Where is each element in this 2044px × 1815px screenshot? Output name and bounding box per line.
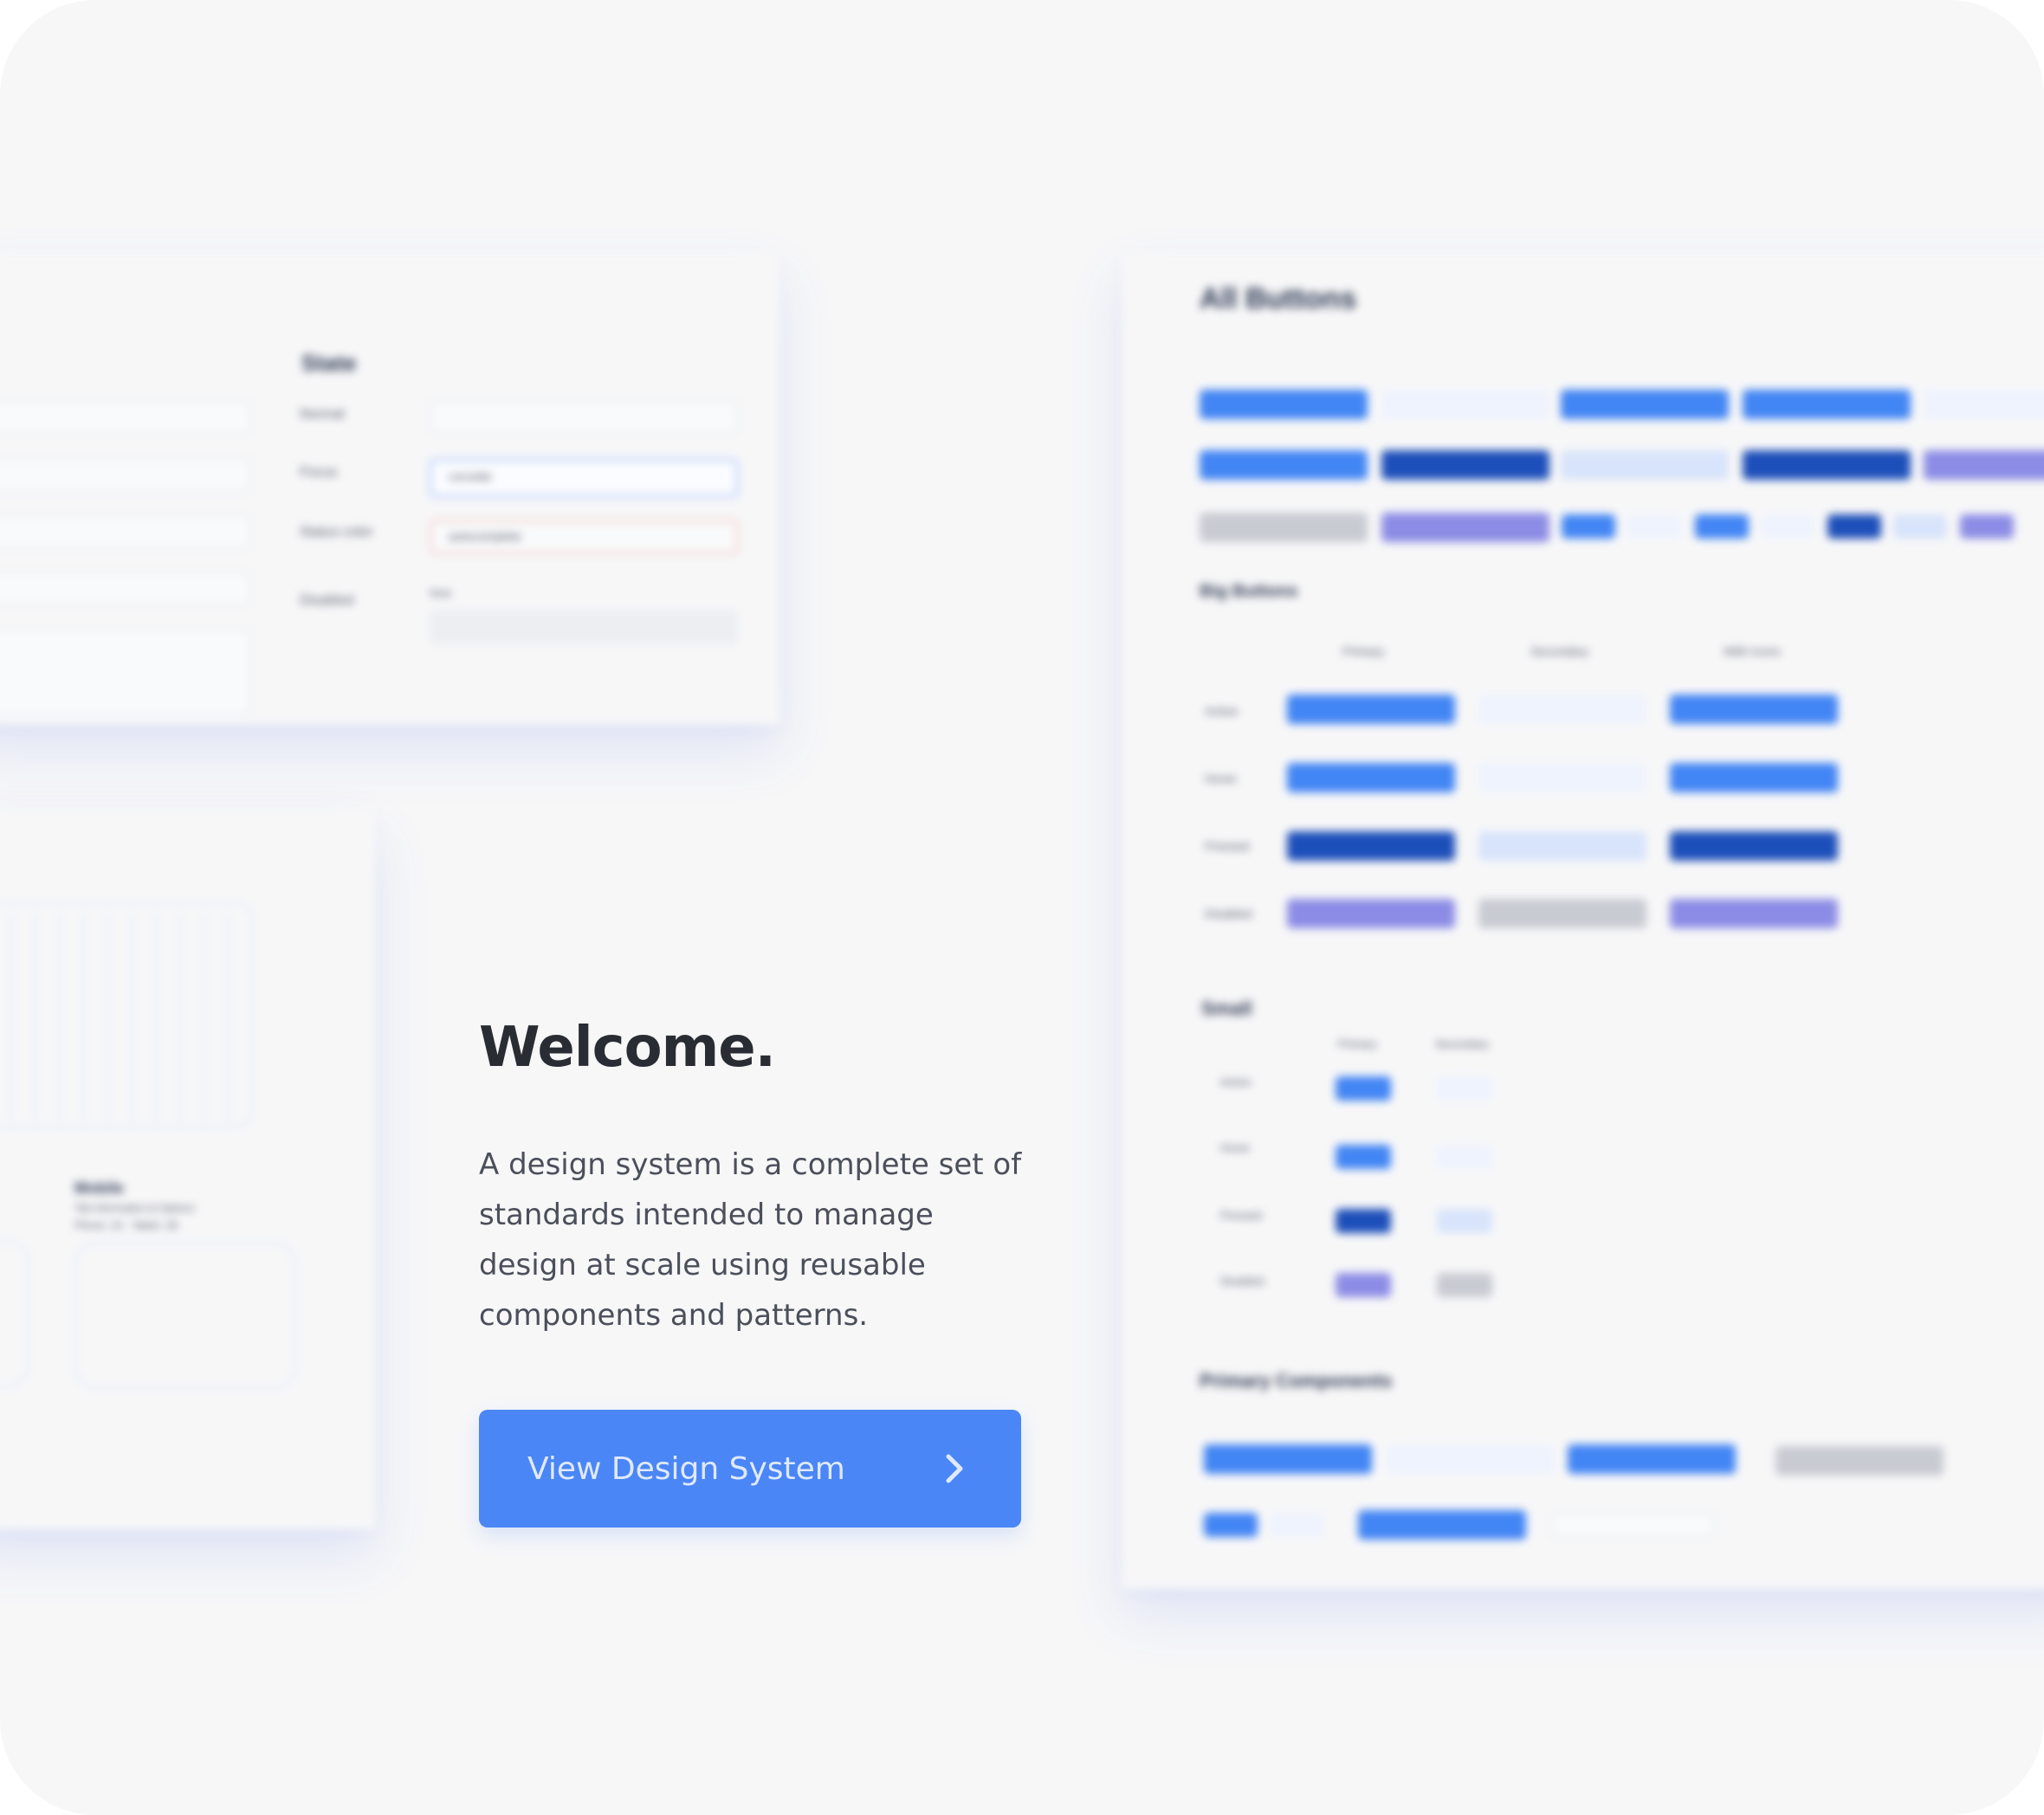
- big-btn: [1670, 899, 1838, 928]
- left-select-1[interactable]: [0, 457, 251, 492]
- mobile-meta: Phone: 1A · Tablet: 1B: [74, 1219, 178, 1231]
- normal-input[interactable]: [430, 400, 738, 435]
- small-btn: [1437, 1273, 1492, 1297]
- big-col-primary: Primary: [1342, 644, 1385, 658]
- big-btn[interactable]: [1287, 831, 1455, 861]
- component-btn[interactable]: [1204, 1513, 1258, 1537]
- state-label-focus: Focus: [300, 465, 338, 480]
- left-select-2[interactable]: [0, 514, 251, 549]
- small-title: Small: [1201, 998, 1252, 1019]
- phone-outline-right: [74, 1242, 296, 1389]
- all-buttons-panel: All Buttons Big Buttons Primary Secondar…: [1122, 253, 2044, 1589]
- btn-sample[interactable]: [1743, 390, 1911, 419]
- screen: State Normal Focus Status color Disabled…: [0, 0, 2044, 1815]
- small-row-hover: Hover: [1220, 1141, 1251, 1154]
- component-btn[interactable]: [1271, 1513, 1324, 1537]
- cta-label: View Design System: [527, 1450, 845, 1487]
- big-col-secondary: Secondary: [1530, 644, 1588, 658]
- big-btn: [1478, 899, 1646, 928]
- btn-sample[interactable]: [1200, 390, 1368, 419]
- big-row-pressed: Pressed: [1205, 839, 1250, 853]
- mobile-title: Mobile: [74, 1179, 124, 1197]
- big-btn[interactable]: [1478, 763, 1646, 792]
- btn-sample[interactable]: [1381, 390, 1549, 419]
- component-btn[interactable]: [1204, 1444, 1372, 1474]
- component-btn[interactable]: [1387, 1444, 1555, 1474]
- btn-sample: [1381, 513, 1549, 542]
- component-btn: [1776, 1446, 1944, 1476]
- small-row-disabled: Disabled: [1220, 1275, 1265, 1288]
- big-btn[interactable]: [1287, 763, 1455, 792]
- btn-sample[interactable]: [1561, 390, 1729, 419]
- btn-sample[interactable]: [1924, 390, 2044, 419]
- component-select[interactable]: [1550, 1512, 1715, 1538]
- small-btn[interactable]: [1336, 1076, 1391, 1101]
- hero-title: Welcome.: [479, 1016, 776, 1080]
- btn-sample[interactable]: [1761, 514, 1814, 539]
- mobile-panel: Mobile Tab Information & Options Phone: …: [0, 811, 375, 1529]
- small-btn[interactable]: [1336, 1209, 1391, 1233]
- disabled-input: [430, 610, 738, 644]
- big-btn[interactable]: [1287, 694, 1455, 724]
- big-btn: [1287, 899, 1455, 928]
- phone-grid-preview: [0, 902, 253, 1127]
- small-btn[interactable]: [1437, 1076, 1492, 1101]
- primary-components-title: Primary Components: [1200, 1370, 1393, 1392]
- big-btn[interactable]: [1670, 763, 1838, 792]
- small-row-active: Active: [1220, 1075, 1252, 1088]
- left-field-1[interactable]: [0, 400, 251, 435]
- btn-sample: [1200, 513, 1368, 542]
- form-states-panel: State Normal Focus Status color Disabled…: [0, 253, 779, 725]
- small-btn: [1336, 1273, 1391, 1297]
- big-btn[interactable]: [1670, 694, 1838, 724]
- btn-sample[interactable]: [1924, 450, 2044, 480]
- big-row-hover: Hover: [1205, 772, 1238, 785]
- all-buttons-title: All Buttons: [1200, 282, 1357, 315]
- mobile-subtitle: Tab Information & Options: [74, 1202, 195, 1214]
- state-title: State: [301, 350, 357, 376]
- big-col-icons: With Icons: [1724, 644, 1781, 658]
- left-textarea[interactable]: [0, 629, 251, 715]
- btn-sample[interactable]: [1561, 450, 1729, 480]
- state-label-disabled: Disabled: [300, 593, 354, 608]
- grid-lines-icon: [10, 913, 230, 1121]
- chevron-right-icon: [946, 1454, 963, 1483]
- small-col-secondary: Secondary: [1435, 1037, 1490, 1050]
- big-btn[interactable]: [1478, 831, 1646, 861]
- small-btn[interactable]: [1437, 1209, 1492, 1233]
- big-btn[interactable]: [1670, 831, 1838, 861]
- error-select[interactable]: autocomplete: [430, 520, 738, 554]
- component-btn[interactable]: [1358, 1510, 1526, 1540]
- left-select-3[interactable]: [0, 572, 251, 606]
- btn-sample[interactable]: [1200, 450, 1368, 480]
- small-row-pressed: Pressed: [1220, 1209, 1262, 1222]
- btn-sample[interactable]: [1743, 450, 1911, 480]
- state-label-status: Status color: [300, 525, 373, 539]
- btn-sample: [1960, 514, 2014, 539]
- hero-description: A design system is a complete set of sta…: [479, 1147, 1022, 1333]
- small-btn[interactable]: [1336, 1145, 1391, 1169]
- btn-sample[interactable]: [1627, 514, 1681, 539]
- btn-sample[interactable]: [1381, 450, 1549, 480]
- hero-section: Welcome. A design system is a complete s…: [479, 1013, 1033, 1340]
- small-col-primary: Primary: [1338, 1037, 1377, 1050]
- phone-outline-left: [0, 1240, 29, 1387]
- btn-sample[interactable]: [1893, 514, 1947, 539]
- disabled-caption: Note: [430, 587, 452, 599]
- big-row-active: Active: [1205, 704, 1239, 718]
- btn-sample[interactable]: [1562, 514, 1615, 539]
- state-label-normal: Normal: [300, 407, 345, 422]
- small-btn[interactable]: [1437, 1145, 1492, 1169]
- big-row-disabled: Disabled: [1205, 907, 1252, 920]
- view-design-system-button[interactable]: View Design System: [479, 1410, 1021, 1528]
- big-buttons-title: Big Buttons: [1200, 582, 1298, 601]
- focus-input[interactable]: corvette: [430, 459, 738, 497]
- big-btn[interactable]: [1478, 694, 1646, 724]
- btn-sample[interactable]: [1827, 514, 1881, 539]
- component-btn[interactable]: [1568, 1444, 1736, 1474]
- btn-sample[interactable]: [1695, 514, 1749, 539]
